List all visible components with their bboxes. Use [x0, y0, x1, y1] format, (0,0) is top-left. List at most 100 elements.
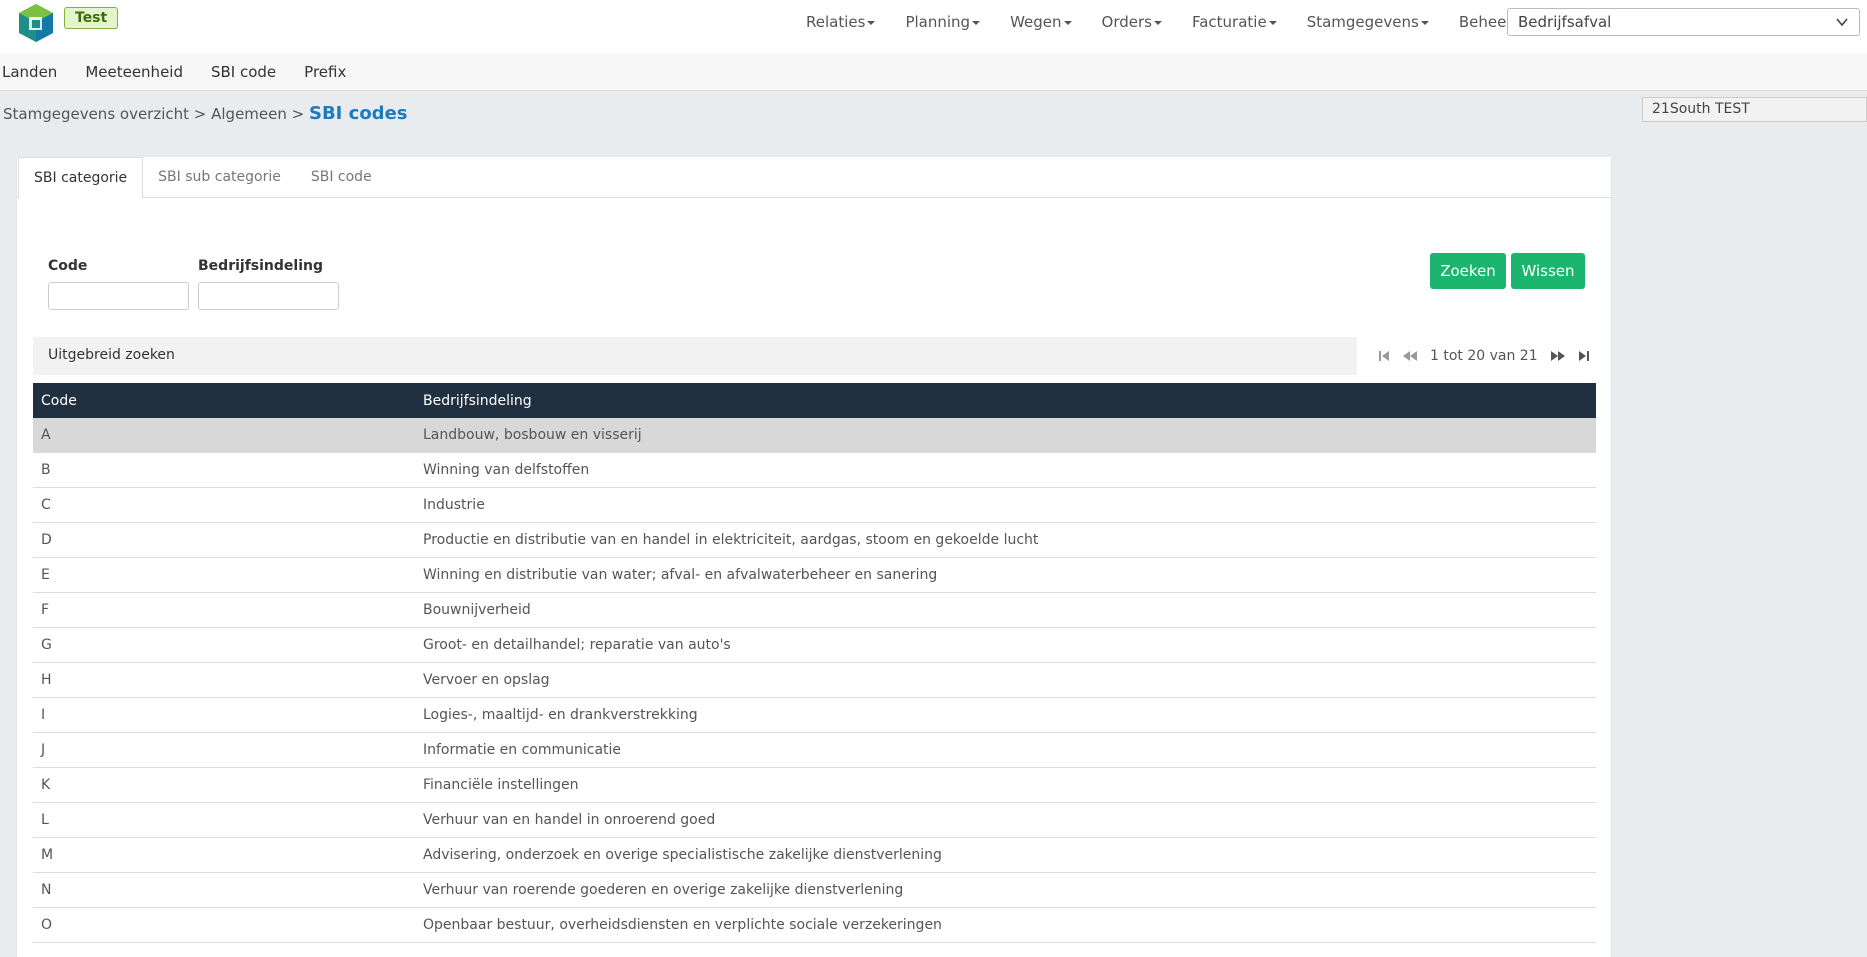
nav-stamgegevens[interactable]: Stamgegevens: [1307, 13, 1429, 31]
table-row[interactable]: C Industrie: [33, 488, 1596, 523]
subnav-prefix[interactable]: Prefix: [304, 63, 346, 81]
table-header: Code Bedrijfsindeling: [33, 383, 1596, 418]
nav-facturatie[interactable]: Facturatie: [1192, 13, 1277, 31]
table-row[interactable]: F Bouwnijverheid: [33, 593, 1596, 628]
sbi-category-table: Code Bedrijfsindeling A Landbouw, bosbouw…: [33, 383, 1596, 943]
cell-code: K: [41, 777, 51, 793]
table-row[interactable]: G Groot- en detailhandel; reparatie van a…: [33, 628, 1596, 663]
tab-sbi-categorie[interactable]: SBI categorie: [18, 157, 144, 199]
subnav-meeteenheid[interactable]: Meeteenheid: [85, 63, 183, 81]
cell-bedrijfsindeling: Openbaar bestuur, overheidsdiensten en v…: [423, 917, 942, 933]
nav-label: Facturatie: [1191, 13, 1267, 31]
content-panel: SBI categorie SBI sub categorie SBI code…: [17, 157, 1611, 957]
cell-code: N: [41, 882, 52, 898]
environment-badge: Test: [64, 7, 119, 29]
tab-sbi-code[interactable]: SBI code: [296, 157, 387, 198]
tab-bar: SBI categorie SBI sub categorie SBI code: [17, 157, 1611, 199]
tenant-box[interactable]: 21South TEST: [1642, 97, 1867, 122]
cell-code: F: [41, 602, 50, 618]
chevron-down-icon: [1836, 18, 1848, 27]
table-row[interactable]: N Verhuur van roerende goederen en overig…: [33, 873, 1596, 908]
cell-bedrijfsindeling: Advisering, onderzoek en overige special…: [423, 847, 942, 863]
cell-code: C: [41, 497, 51, 513]
cell-code: M: [41, 847, 54, 863]
subnav-sbi-code[interactable]: SBI code: [211, 63, 276, 81]
cell-code: H: [41, 672, 52, 688]
table-row[interactable]: I Logies-, maaltijd- en drankverstrekking: [33, 698, 1596, 733]
cell-bedrijfsindeling: Financiële instellingen: [423, 777, 579, 793]
table-row[interactable]: H Vervoer en opslag: [33, 663, 1596, 698]
cell-bedrijfsindeling: Verhuur van roerende goederen en overige…: [423, 882, 904, 898]
column-header-bedrijfsindeling[interactable]: Bedrijfsindeling: [423, 393, 1596, 409]
bedrijfsindeling-input[interactable]: [198, 282, 339, 310]
nav-orders[interactable]: Orders: [1102, 13, 1162, 31]
company-select[interactable]: Bedrijfsafval: [1507, 8, 1860, 36]
cell-bedrijfsindeling: Industrie: [423, 497, 485, 513]
table-body: A Landbouw, bosbouw en visserij B Winning v…: [33, 418, 1596, 943]
cell-bedrijfsindeling: Groot- en detailhandel; reparatie van au…: [423, 637, 731, 653]
first-page-icon[interactable]: [1378, 350, 1390, 362]
subnav-landen[interactable]: Landen: [2, 63, 57, 81]
table-row[interactable]: B Winning van delfstoffen: [33, 453, 1596, 488]
breadcrumb-path[interactable]: Stamgegevens overzicht > Algemeen >: [3, 105, 309, 123]
table-row[interactable]: L Verhuur van en handel in onroerend goed: [33, 803, 1596, 838]
table-row[interactable]: D Productie en distributie van en handel …: [33, 523, 1596, 558]
previous-page-icon[interactable]: [1402, 350, 1418, 362]
tab-sbi-sub-categorie[interactable]: SBI sub categorie: [143, 157, 296, 198]
cell-code: L: [41, 812, 49, 828]
nav-relaties[interactable]: Relaties: [806, 13, 876, 31]
code-input[interactable]: [48, 282, 189, 310]
caret-down-icon: [1153, 20, 1162, 25]
cell-bedrijfsindeling: Bouwnijverheid: [423, 602, 531, 618]
table-row[interactable]: M Advisering, onderzoek en overige specia…: [33, 838, 1596, 873]
cell-code: G: [41, 637, 52, 653]
bedrijfsindeling-label: Bedrijfsindeling: [198, 258, 323, 274]
cell-bedrijfsindeling: Winning van delfstoffen: [423, 462, 590, 478]
clear-button[interactable]: Wissen: [1511, 253, 1585, 289]
nav-wegen[interactable]: Wegen: [1010, 13, 1072, 31]
last-page-icon[interactable]: [1578, 350, 1590, 362]
pagination: 1 tot 20 van 21: [1372, 337, 1596, 375]
nav-label: Planning: [905, 13, 971, 31]
caret-down-icon: [972, 20, 981, 25]
nav-label: Beheer: [1458, 13, 1513, 31]
nav-planning[interactable]: Planning: [905, 13, 981, 31]
breadcrumb: Stamgegevens overzicht > Algemeen > SBI …: [3, 103, 408, 124]
nav-label: Relaties: [806, 13, 866, 31]
nav-label: Stamgegevens: [1306, 13, 1419, 31]
cell-bedrijfsindeling: Logies-, maaltijd- en drankverstrekking: [423, 707, 698, 723]
column-header-code[interactable]: Code: [33, 393, 423, 409]
cell-bedrijfsindeling: Verhuur van en handel in onroerend goed: [423, 812, 716, 828]
top-bar: Test Relaties Planning Wegen Orders Fact…: [0, 0, 1867, 53]
nav-label: Orders: [1101, 13, 1152, 31]
cell-bedrijfsindeling: Winning en distributie van water; afval-…: [423, 567, 938, 583]
company-select-value: Bedrijfsafval: [1518, 13, 1612, 31]
table-row[interactable]: A Landbouw, bosbouw en visserij: [33, 418, 1596, 453]
cell-bedrijfsindeling: Landbouw, bosbouw en visserij: [423, 427, 642, 443]
cell-code: I: [41, 707, 46, 723]
cell-code: E: [41, 567, 50, 583]
search-button[interactable]: Zoeken: [1430, 253, 1506, 289]
table-row[interactable]: E Winning en distributie van water; afval…: [33, 558, 1596, 593]
cell-code: B: [41, 462, 51, 478]
caret-down-icon: [1420, 20, 1429, 25]
caret-down-icon: [1268, 20, 1277, 25]
table-row[interactable]: J Informatie en communicatie: [33, 733, 1596, 768]
cell-code: J: [41, 742, 46, 758]
code-label: Code: [48, 258, 88, 274]
cell-bedrijfsindeling: Productie en distributie van en handel i…: [423, 532, 1039, 548]
caret-down-icon: [1063, 20, 1072, 25]
table-row[interactable]: K Financiële instellingen: [33, 768, 1596, 803]
cell-bedrijfsindeling: Informatie en communicatie: [423, 742, 622, 758]
table-row[interactable]: O Openbaar bestuur, overheidsdiensten en …: [33, 908, 1596, 943]
page-info: 1 tot 20 van 21: [1430, 348, 1538, 364]
advanced-search-toggle[interactable]: Uitgebreid zoeken: [33, 337, 1357, 375]
sub-nav: Landen Meeteenheid SBI code Prefix: [0, 53, 1867, 91]
next-page-icon[interactable]: [1550, 350, 1566, 362]
cell-bedrijfsindeling: Vervoer en opslag: [423, 672, 550, 688]
nav-label: Wegen: [1010, 13, 1062, 31]
cell-code: O: [41, 917, 53, 933]
caret-down-icon: [867, 20, 876, 25]
page-title: SBI codes: [309, 103, 408, 124]
app-logo-icon[interactable]: [17, 3, 55, 43]
